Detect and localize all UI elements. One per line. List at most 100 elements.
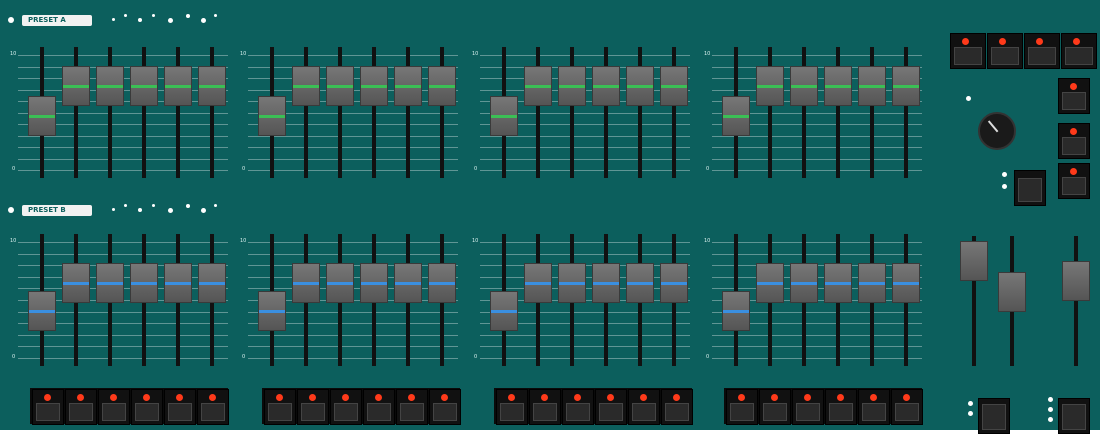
- fader-knob[interactable]: [198, 263, 226, 304]
- scene-button[interactable]: [1024, 33, 1060, 69]
- flash-button[interactable]: [131, 389, 163, 425]
- flash-button[interactable]: [529, 389, 561, 425]
- mode-button[interactable]: [1058, 78, 1090, 114]
- fader-knob-stripe: [131, 85, 157, 89]
- fader-knob[interactable]: [164, 263, 192, 304]
- flash-button[interactable]: [32, 389, 64, 425]
- button-key: [566, 403, 590, 421]
- fader-knob-stripe: [29, 310, 55, 314]
- flash-button[interactable]: [297, 389, 329, 425]
- flash-button[interactable]: [65, 389, 97, 425]
- flash-button[interactable]: [628, 389, 660, 425]
- fader-knob[interactable]: [490, 96, 518, 137]
- rotary-dial[interactable]: [978, 112, 1016, 150]
- fader-knob[interactable]: [892, 66, 920, 107]
- master-fader-knob[interactable]: [960, 240, 988, 281]
- fader-knob[interactable]: [790, 66, 818, 107]
- fader-knob[interactable]: [326, 263, 354, 304]
- flash-button[interactable]: [98, 389, 130, 425]
- flash-button[interactable]: [264, 389, 296, 425]
- fader-knob[interactable]: [858, 66, 886, 107]
- fader-knob[interactable]: [292, 66, 320, 107]
- fader-knob[interactable]: [722, 291, 750, 332]
- fader-knob[interactable]: [558, 263, 586, 304]
- fader-knob[interactable]: [490, 291, 518, 332]
- fader-knob[interactable]: [824, 66, 852, 107]
- scale-gridline: [480, 253, 690, 255]
- fader-knob[interactable]: [394, 66, 422, 107]
- fader-knob[interactable]: [130, 263, 158, 304]
- fader-knob[interactable]: [96, 66, 124, 107]
- flash-button[interactable]: [858, 389, 890, 425]
- mode-button[interactable]: [1058, 163, 1090, 199]
- master-fader-knob[interactable]: [998, 272, 1026, 312]
- fader-knob[interactable]: [858, 263, 886, 304]
- fader-knob[interactable]: [790, 263, 818, 304]
- fader-knob[interactable]: [626, 263, 654, 304]
- flash-button[interactable]: [363, 389, 395, 425]
- fader-knob[interactable]: [660, 66, 688, 107]
- fader-knob-stripe: [395, 282, 421, 286]
- flash-button[interactable]: [562, 389, 594, 425]
- control-button[interactable]: [1058, 398, 1090, 434]
- indicator-dot: [138, 18, 142, 22]
- flash-button[interactable]: [164, 389, 196, 425]
- button-key: [168, 403, 192, 421]
- flash-button[interactable]: [726, 389, 758, 425]
- button-key: [500, 403, 524, 421]
- fader-knob[interactable]: [164, 66, 192, 107]
- fader-knob[interactable]: [428, 66, 456, 107]
- fader-knob[interactable]: [428, 263, 456, 304]
- fader-knob[interactable]: [892, 263, 920, 304]
- fader-knob-stripe: [63, 282, 89, 286]
- fader-knob[interactable]: [394, 263, 422, 304]
- flash-button[interactable]: [759, 389, 791, 425]
- fader-knob[interactable]: [62, 263, 90, 304]
- fader-knob[interactable]: [756, 66, 784, 107]
- fader-knob[interactable]: [28, 96, 56, 137]
- fader-knob[interactable]: [96, 263, 124, 304]
- fader-knob[interactable]: [558, 66, 586, 107]
- flash-button[interactable]: [197, 389, 229, 425]
- flash-button[interactable]: [792, 389, 824, 425]
- fader-knob[interactable]: [62, 66, 90, 107]
- flash-button[interactable]: [496, 389, 528, 425]
- fader-knob[interactable]: [130, 66, 158, 107]
- fader-knob[interactable]: [592, 66, 620, 107]
- mode-button[interactable]: [1058, 123, 1090, 159]
- fader-knob[interactable]: [524, 66, 552, 107]
- fader-knob[interactable]: [292, 263, 320, 304]
- master-fader-knob[interactable]: [1062, 261, 1090, 302]
- button-key: [665, 403, 689, 421]
- fader-knob[interactable]: [756, 263, 784, 304]
- fader-knob[interactable]: [592, 263, 620, 304]
- fader-knob[interactable]: [28, 291, 56, 332]
- fader-knob[interactable]: [660, 263, 688, 304]
- status-indicator-dot-icon: [1048, 407, 1053, 412]
- scene-button[interactable]: [1061, 33, 1097, 69]
- control-button[interactable]: [978, 398, 1010, 434]
- fader-knob[interactable]: [258, 291, 286, 332]
- mode-select-button[interactable]: [1014, 170, 1046, 206]
- flash-button[interactable]: [396, 389, 428, 425]
- fader-knob[interactable]: [722, 96, 750, 137]
- flash-button[interactable]: [825, 389, 857, 425]
- button-key: [599, 403, 623, 421]
- fader-knob[interactable]: [824, 263, 852, 304]
- flash-button[interactable]: [891, 389, 923, 425]
- flash-button[interactable]: [595, 389, 627, 425]
- scale-gridline: [248, 358, 458, 359]
- fader-knob-stripe: [723, 115, 749, 119]
- fader-knob[interactable]: [198, 66, 226, 107]
- scene-button[interactable]: [950, 33, 986, 69]
- scene-button[interactable]: [987, 33, 1023, 69]
- flash-button[interactable]: [330, 389, 362, 425]
- flash-button[interactable]: [429, 389, 461, 425]
- fader-knob[interactable]: [360, 263, 388, 304]
- fader-knob[interactable]: [326, 66, 354, 107]
- fader-knob[interactable]: [626, 66, 654, 107]
- fader-knob[interactable]: [258, 96, 286, 137]
- flash-button[interactable]: [661, 389, 693, 425]
- fader-knob[interactable]: [360, 66, 388, 107]
- fader-knob[interactable]: [524, 263, 552, 304]
